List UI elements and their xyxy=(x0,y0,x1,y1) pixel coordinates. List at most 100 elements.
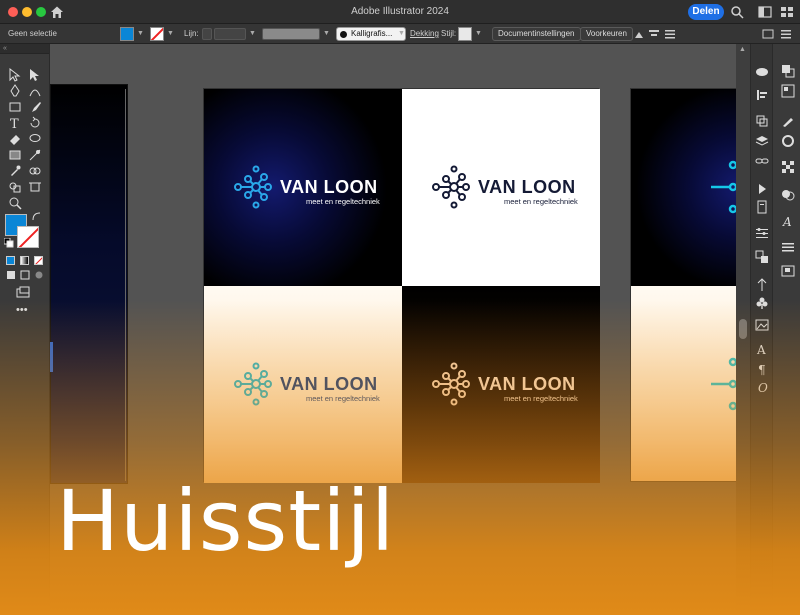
transform-icon[interactable] xyxy=(755,114,769,128)
artboard-main[interactable]: VAN LOON meet en regeltechniek VAN LOON … xyxy=(203,88,600,483)
mesh-tool-icon[interactable] xyxy=(28,148,42,162)
brush-definition-dropdown[interactable]: Kalligrafis... xyxy=(336,27,406,41)
layers-icon[interactable] xyxy=(755,134,769,148)
gradient-tool-icon[interactable] xyxy=(8,148,22,162)
logo-variant-white[interactable]: VAN LOON meet en regeltechniek xyxy=(402,89,600,286)
align-icon[interactable] xyxy=(755,88,769,102)
document-settings-button[interactable]: Documentinstellingen xyxy=(492,27,581,41)
none-mode-button[interactable] xyxy=(34,256,43,265)
artboards-icon[interactable] xyxy=(755,250,769,264)
headline: Huisstijl xyxy=(56,472,396,570)
character-icon[interactable]: A xyxy=(755,342,769,356)
zoom-tool-icon[interactable] xyxy=(8,196,22,210)
chevron-up-icon[interactable]: ▲ xyxy=(739,46,746,53)
paintbrush-tool-icon[interactable] xyxy=(28,100,42,114)
selection-tool-icon[interactable] xyxy=(8,68,22,82)
color-icon[interactable] xyxy=(781,64,795,78)
brush-dot-icon xyxy=(340,31,347,38)
share-button[interactable]: Delen xyxy=(688,4,724,20)
scrollbar-thumb[interactable] xyxy=(739,319,747,339)
blend-tool-icon[interactable] xyxy=(28,164,42,178)
preferences-button[interactable]: Voorkeuren xyxy=(580,27,633,41)
arrange-documents-icon[interactable] xyxy=(780,5,794,19)
pattern-icon[interactable] xyxy=(781,160,795,174)
title-bar: Adobe Illustrator 2024 Delen xyxy=(0,0,800,24)
chevron-down-icon[interactable]: ▼ xyxy=(249,24,256,44)
logo-variant-cream[interactable]: VAN LOON meet en regeltechniek xyxy=(204,286,402,483)
symbols-icon[interactable] xyxy=(755,278,769,292)
type-tool-icon[interactable]: T xyxy=(8,116,22,130)
direct-selection-tool-icon[interactable] xyxy=(28,68,42,82)
stroke-color-swatch[interactable] xyxy=(150,27,164,41)
glyphs-icon[interactable]: A xyxy=(781,214,795,228)
image-trace-icon[interactable] xyxy=(755,318,769,332)
arrange-icon[interactable] xyxy=(633,28,645,40)
artboard-right-bottom xyxy=(631,286,736,481)
list-icon[interactable] xyxy=(781,240,795,254)
stroke-panel-icon[interactable] xyxy=(781,134,795,148)
fill-color-swatch[interactable] xyxy=(120,27,134,41)
opentype-icon[interactable]: O xyxy=(755,380,769,394)
properties-sliders-icon[interactable] xyxy=(755,226,769,240)
swap-fill-stroke-icon[interactable] xyxy=(32,212,42,222)
graphic-style-swatch[interactable] xyxy=(458,27,472,41)
color-mode-button[interactable] xyxy=(6,256,15,265)
chevron-down-icon[interactable]: ▼ xyxy=(137,24,144,44)
variable-width-profile[interactable] xyxy=(262,28,320,40)
panel-menu-icon[interactable] xyxy=(762,28,774,40)
style-label: Stijl: xyxy=(441,29,457,38)
stroke-weight-input[interactable] xyxy=(214,28,246,40)
curvature-tool-icon[interactable] xyxy=(28,84,42,98)
search-icon[interactable] xyxy=(730,5,744,19)
stroke-stepper[interactable] xyxy=(202,28,212,40)
svg-text:O: O xyxy=(758,381,768,394)
menu-icon[interactable] xyxy=(664,28,676,40)
default-colors-icon[interactable] xyxy=(4,238,14,248)
logo-variant-dark-brown[interactable]: VAN LOON meet en regeltechniek xyxy=(402,286,600,483)
chevron-down-icon[interactable]: ▼ xyxy=(398,24,405,44)
svg-text:A: A xyxy=(782,215,792,228)
paragraph-icon[interactable]: ¶ xyxy=(755,362,769,376)
rectangle-tool-icon[interactable] xyxy=(8,100,22,114)
chevron-down-icon[interactable]: ▼ xyxy=(167,24,174,44)
brushes-icon[interactable] xyxy=(781,114,795,128)
pen-tool-icon[interactable] xyxy=(8,84,22,98)
tools-panel-header: « xyxy=(0,44,49,54)
draw-normal-icon[interactable] xyxy=(6,270,16,280)
logo-mark-icon xyxy=(234,362,272,406)
libraries-icon[interactable] xyxy=(755,64,769,78)
screen-mode-icon[interactable] xyxy=(16,286,30,300)
document-info-icon[interactable] xyxy=(755,200,769,214)
chevron-down-icon[interactable]: ▼ xyxy=(475,24,482,44)
vertical-scrollbar[interactable]: ▲ xyxy=(736,44,750,615)
brand-tagline: meet en regeltechniek xyxy=(306,394,380,403)
rotate-tool-icon[interactable] xyxy=(28,116,42,130)
stroke-swatch[interactable] xyxy=(17,226,39,248)
more-tools-icon[interactable]: ••• xyxy=(16,304,28,316)
swatches-icon[interactable] xyxy=(781,84,795,98)
svg-text:A: A xyxy=(756,343,766,356)
draw-inside-icon[interactable] xyxy=(34,270,44,280)
align-icon[interactable] xyxy=(648,28,660,40)
logo: VAN LOON meet en regeltechniek xyxy=(424,157,584,217)
eraser-tool-icon[interactable] xyxy=(8,132,22,146)
properties-icon[interactable] xyxy=(780,28,792,40)
workspace-icon[interactable] xyxy=(758,5,772,19)
actions-icon[interactable] xyxy=(755,182,769,196)
chevron-down-icon[interactable]: ▼ xyxy=(323,24,330,44)
appearance-icon[interactable] xyxy=(781,188,795,202)
clubs-icon[interactable] xyxy=(755,296,769,310)
draw-behind-icon[interactable] xyxy=(20,270,30,280)
selection-edge xyxy=(50,342,53,372)
shape-builder-tool-icon[interactable] xyxy=(8,180,22,194)
brand-name: VAN LOON xyxy=(280,177,378,197)
links-icon[interactable] xyxy=(755,154,769,168)
opacity-link[interactable]: Dekking xyxy=(410,24,439,44)
logo: VAN LOON meet en regeltechniek xyxy=(226,157,386,217)
navigator-icon[interactable] xyxy=(781,264,795,278)
logo-variant-dark-blue[interactable]: VAN LOON meet en regeltechniek xyxy=(204,89,402,286)
gradient-mode-button[interactable] xyxy=(20,256,29,265)
artboard-tool-icon[interactable] xyxy=(28,180,42,194)
lasso-tool-icon[interactable] xyxy=(28,132,42,146)
eyedropper-tool-icon[interactable] xyxy=(8,164,22,178)
